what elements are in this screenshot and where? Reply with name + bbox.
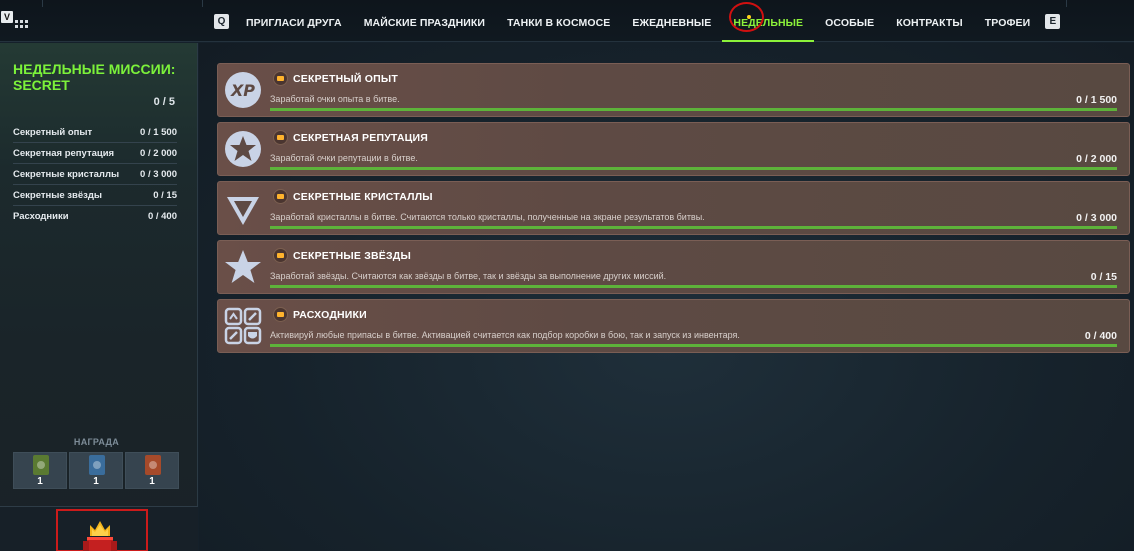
hotkey-q[interactable]: Q xyxy=(214,13,229,29)
list-item: Секретная репутация 0 / 2 000 xyxy=(13,143,177,164)
mission-description: Активируй любые припасы в битве. Активац… xyxy=(270,330,740,340)
list-item: Секретный опыт 0 / 1 500 xyxy=(13,122,177,143)
mission-progress: 0 / 400 xyxy=(1084,330,1117,342)
list-item: Расходники 0 / 400 xyxy=(13,206,177,227)
list-item: Секретные кристаллы 0 / 3 000 xyxy=(13,164,177,185)
mission-card[interactable]: СЕКРЕТНЫЕ ЗВЁЗДЫ Заработай звёзды. Счита… xyxy=(217,240,1130,294)
annotation-circle xyxy=(729,2,764,32)
sidebar-total-progress: 0 / 5 xyxy=(153,96,175,108)
list-item-value: 0 / 15 xyxy=(153,190,177,201)
mission-title: СЕКРЕТНЫЙ ОПЫТ xyxy=(293,73,398,85)
tab-tanks-in-space[interactable]: ТАНКИ В КОСМОСЕ xyxy=(496,0,621,42)
mission-title: СЕКРЕТНЫЕ ЗВЁЗДЫ xyxy=(293,250,411,262)
top-navigation-bar: V Q ПРИГЛАСИ ДРУГА МАЙСКИЕ ПРАЗДНИКИ ТАН… xyxy=(0,0,1134,42)
mission-description: Заработай очки репутации в битве. xyxy=(270,153,418,163)
reward-slot[interactable]: 1 xyxy=(13,452,67,489)
mission-description: Заработай очки опыта в битве. xyxy=(270,94,400,104)
list-item-value: 0 / 1 500 xyxy=(140,127,177,138)
reward-label: НАГРАДА xyxy=(73,437,120,447)
reward-quantity: 1 xyxy=(37,476,43,487)
xp-icon: XP xyxy=(225,72,261,108)
container-blue-icon xyxy=(89,455,105,475)
star-icon xyxy=(225,250,261,283)
progress-bar xyxy=(270,226,1117,229)
mission-card[interactable]: СЕКРЕТНАЯ РЕПУТАЦИЯ Заработай очки репут… xyxy=(217,122,1130,176)
weekly-missions-summary: НЕДЕЛЬНЫЕ МИССИИ: SECRET 0 / 5 Секретный… xyxy=(0,43,198,551)
mission-card[interactable]: XP СЕКРЕТНЫЙ ОПЫТ Заработай очки опыта в… xyxy=(217,63,1130,117)
svg-text:XP: XP xyxy=(230,81,255,100)
missions-panel: XP СЕКРЕТНЫЙ ОПЫТ Заработай очки опыта в… xyxy=(199,43,1134,551)
mission-title: СЕКРЕТНАЯ РЕПУТАЦИЯ xyxy=(293,132,429,144)
shop-cart-icon xyxy=(273,189,288,204)
list-item: Секретные звёзды 0 / 15 xyxy=(13,185,177,206)
sidebar-footer xyxy=(0,506,198,551)
mission-card[interactable]: СЕКРЕТНЫЕ КРИСТАЛЛЫ Заработай кристаллы … xyxy=(217,181,1130,235)
tab-trophies[interactable]: ТРОФЕИ xyxy=(974,0,1042,42)
crown-chest-icon[interactable] xyxy=(83,519,117,551)
list-item-value: 0 / 400 xyxy=(147,211,177,222)
top-divider xyxy=(0,0,43,7)
reward-slots: 1 1 1 xyxy=(13,452,179,489)
list-item-label: Секретный опыт xyxy=(13,127,93,138)
container-green-icon xyxy=(33,455,49,475)
list-item-label: Секретные кристаллы xyxy=(13,169,120,180)
sidebar-title: НЕДЕЛЬНЫЕ МИССИИ: SECRET xyxy=(13,61,176,93)
reward-quantity: 1 xyxy=(93,476,99,487)
reward-quantity: 1 xyxy=(149,476,155,487)
progress-bar xyxy=(270,167,1117,170)
mission-progress: 0 / 1 500 xyxy=(1076,94,1117,106)
shop-cart-icon xyxy=(273,130,288,145)
supplies-icon xyxy=(224,307,262,345)
progress-bar xyxy=(270,108,1117,111)
list-item-value: 0 / 3 000 xyxy=(140,169,177,180)
shop-cart-icon xyxy=(273,71,288,86)
mission-progress: 0 / 2 000 xyxy=(1076,153,1117,165)
mission-title: РАСХОДНИКИ xyxy=(293,309,367,321)
progress-bar xyxy=(270,344,1117,347)
top-divider xyxy=(43,0,203,7)
shop-cart-icon xyxy=(273,248,288,263)
mission-tabs: Q ПРИГЛАСИ ДРУГА МАЙСКИЕ ПРАЗДНИКИ ТАНКИ… xyxy=(214,0,1061,42)
tab-contracts[interactable]: КОНТРАКТЫ xyxy=(885,0,974,42)
reputation-star-icon xyxy=(225,131,261,167)
list-item-value: 0 / 2 000 xyxy=(140,148,177,159)
list-item-label: Секретная репутация xyxy=(13,148,115,159)
mission-progress: 0 / 3 000 xyxy=(1076,212,1117,224)
reward-slot[interactable]: 1 xyxy=(69,452,123,489)
mission-title: СЕКРЕТНЫЕ КРИСТАЛЛЫ xyxy=(293,191,433,203)
container-red-icon xyxy=(145,455,161,475)
mission-progress: 0 / 15 xyxy=(1090,271,1117,283)
tab-daily[interactable]: ЕЖЕДНЕВНЫЕ xyxy=(621,0,722,42)
progress-bar xyxy=(270,285,1117,288)
tab-may-holidays[interactable]: МАЙСКИЕ ПРАЗДНИКИ xyxy=(353,0,496,42)
hotkey-v[interactable]: V xyxy=(1,11,13,23)
crystal-icon xyxy=(227,197,259,225)
shop-cart-icon xyxy=(273,307,288,322)
tab-invite-friend[interactable]: ПРИГЛАСИ ДРУГА xyxy=(235,0,353,42)
list-item-label: Секретные звёзды xyxy=(13,190,102,201)
tab-special[interactable]: ОСОБЫЕ xyxy=(814,0,885,42)
sidebar-mission-list: Секретный опыт 0 / 1 500 Секретная репут… xyxy=(13,122,177,227)
annotation-rectangle xyxy=(56,509,148,551)
list-item-label: Расходники xyxy=(13,211,69,222)
mission-card[interactable]: РАСХОДНИКИ Активируй любые припасы в бит… xyxy=(217,299,1130,353)
menu-grid-icon[interactable] xyxy=(15,20,29,29)
hotkey-e[interactable]: E xyxy=(1045,13,1061,29)
mission-description: Заработай кристаллы в битве. Считаются т… xyxy=(270,212,705,222)
mission-description: Заработай звёзды. Считаются как звёзды в… xyxy=(270,271,667,281)
reward-slot[interactable]: 1 xyxy=(125,452,179,489)
